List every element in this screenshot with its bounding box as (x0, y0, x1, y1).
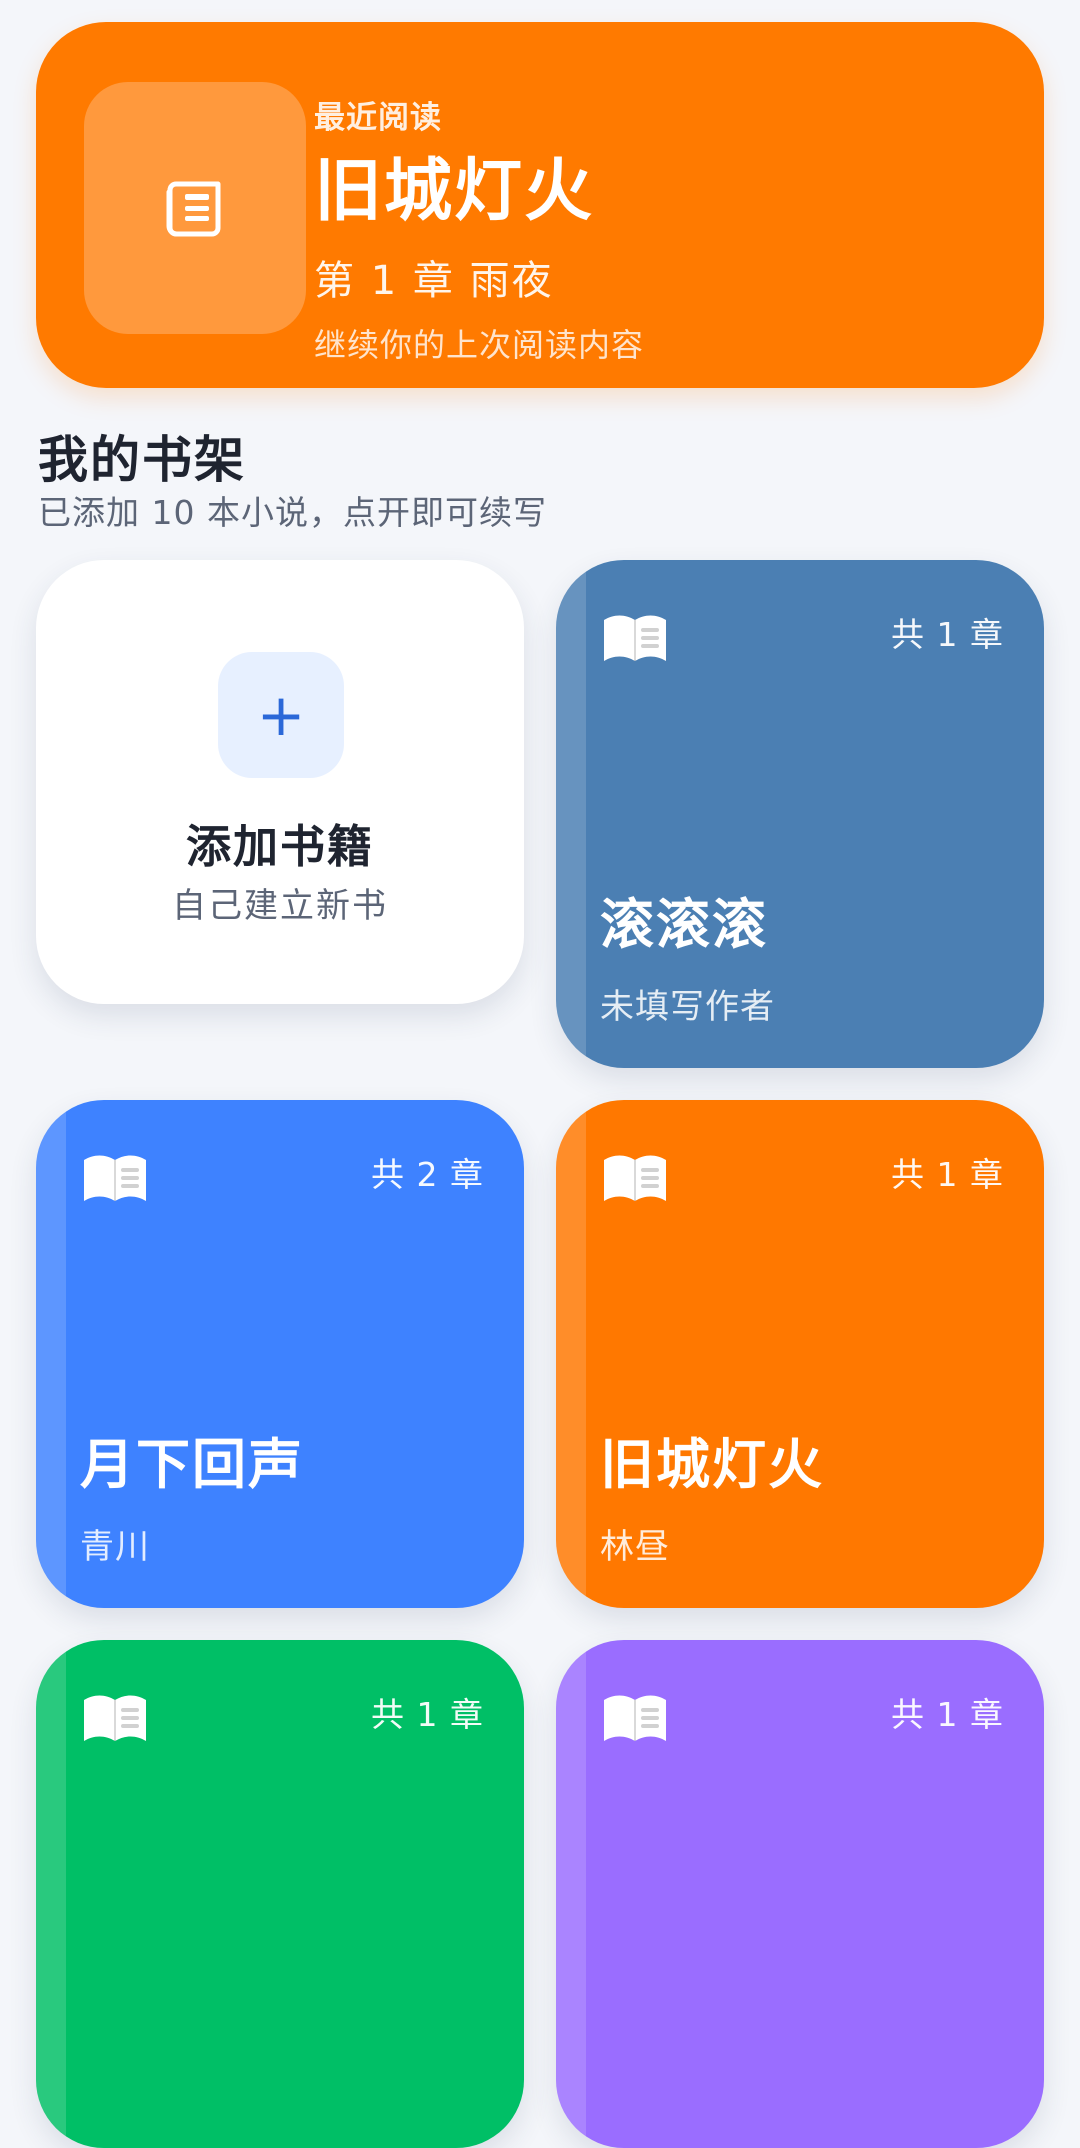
book-card[interactable]: 共 1 章 (36, 1640, 524, 2148)
book-icon (84, 1695, 146, 1741)
book-title: 滚滚滚 (600, 893, 768, 956)
recent-book-title: 旧城灯火 (314, 152, 595, 231)
book-icon (84, 1155, 146, 1201)
book-card[interactable]: 共 1 章 滚滚滚 未填写作者 (556, 560, 1044, 1068)
recent-cover (84, 82, 306, 334)
book-card[interactable]: 共 2 章 月下回声 青川 (36, 1100, 524, 1608)
plus-icon: + (218, 652, 344, 778)
add-book-title: 添加书籍 (185, 820, 374, 873)
book-icon (604, 1695, 666, 1741)
book-icon (604, 615, 666, 661)
recent-eyebrow: 最近阅读 (314, 100, 442, 136)
book-card[interactable]: 共 1 章 (556, 1640, 1044, 2148)
book-author: 林昼 (600, 1527, 670, 1567)
chapter-count: 共 1 章 (371, 1695, 484, 1734)
recent-reading-card[interactable]: 最近阅读 旧城灯火 第 1 章 雨夜 继续你的上次阅读内容 (36, 22, 1044, 388)
book-title: 旧城灯火 (600, 1433, 824, 1496)
add-book-subtitle: 自己建立新书 (172, 886, 388, 926)
chapter-count: 共 2 章 (371, 1155, 484, 1194)
book-card[interactable]: 共 1 章 旧城灯火 林昼 (556, 1100, 1044, 1608)
bookshelf-title: 我的书架 (38, 431, 246, 489)
add-book-card[interactable]: + 添加书籍 自己建立新书 (36, 560, 524, 1004)
book-icon (604, 1155, 666, 1201)
chapter-count: 共 1 章 (891, 1695, 1004, 1734)
bookshelf-subtitle: 已添加 10 本小说，点开即可续写 (38, 493, 547, 532)
book-author: 未填写作者 (600, 987, 775, 1027)
recent-chapter: 第 1 章 雨夜 (314, 258, 554, 304)
newspaper-icon (166, 181, 221, 237)
chapter-count: 共 1 章 (891, 615, 1004, 654)
book-title: 月下回声 (80, 1433, 304, 1496)
chapter-count: 共 1 章 (891, 1155, 1004, 1194)
recent-description: 继续你的上次阅读内容 (314, 326, 645, 364)
book-author: 青川 (80, 1527, 150, 1567)
